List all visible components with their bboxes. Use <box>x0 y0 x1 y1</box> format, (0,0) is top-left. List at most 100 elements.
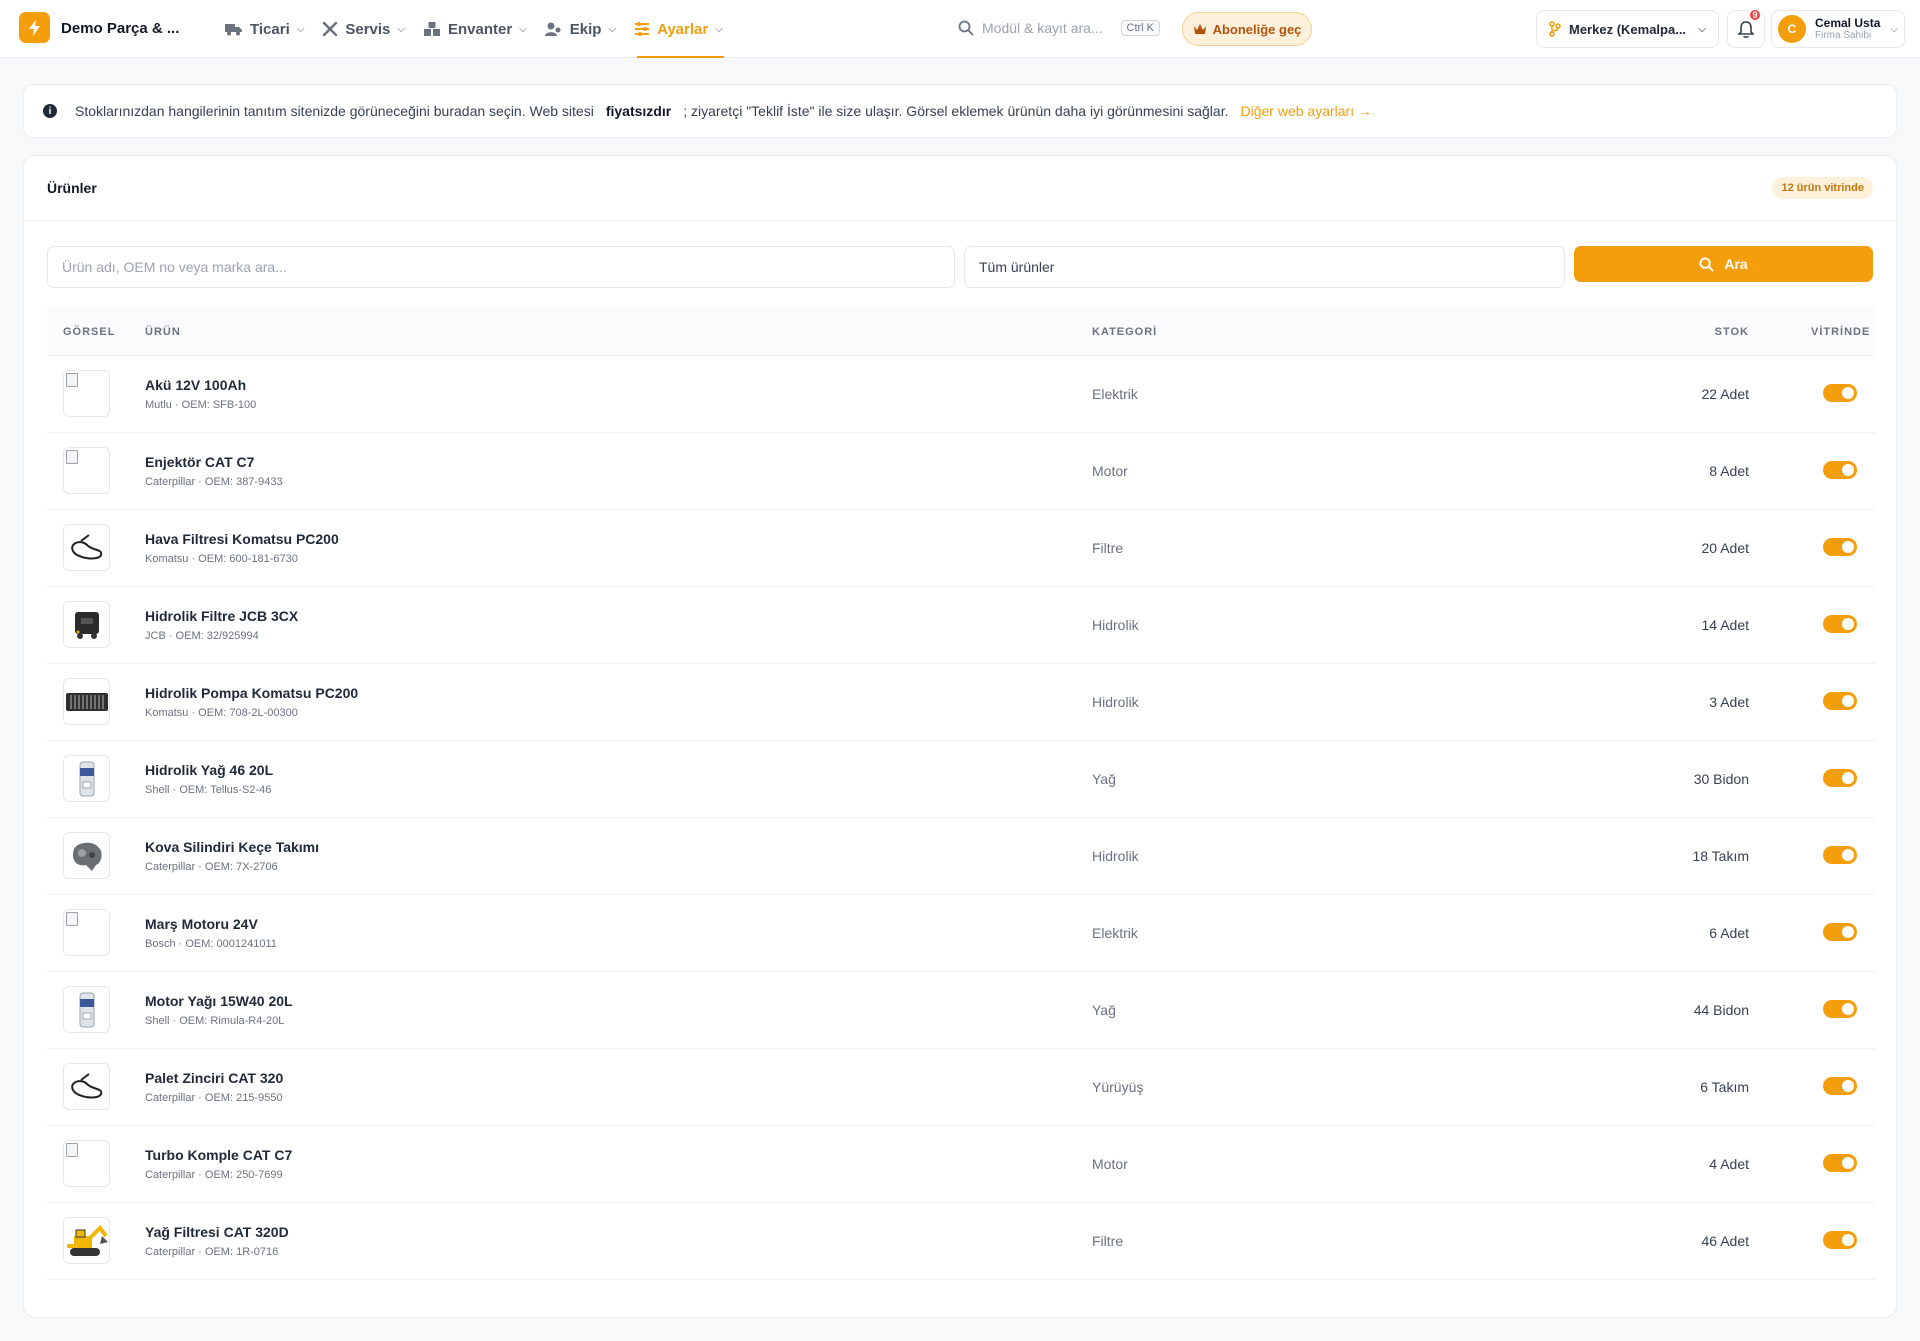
product-thumbnail[interactable] <box>63 601 110 648</box>
product-thumbnail[interactable] <box>63 1140 110 1187</box>
users-icon <box>544 22 561 36</box>
chevron-down-icon: ⌵ <box>1890 23 1898 35</box>
chevron-down-icon: ⌵ <box>296 23 305 35</box>
showcase-toggle[interactable] <box>1823 615 1857 633</box>
hydraulic-kit-image <box>74 611 99 639</box>
showcase-toggle[interactable] <box>1823 538 1857 556</box>
info-icon: i <box>43 104 57 118</box>
global-search[interactable]: Modül & kayıt ara... Ctrl K <box>950 12 1168 44</box>
oil-canister-image <box>79 992 94 1027</box>
showcase-toggle[interactable] <box>1823 1231 1857 1249</box>
product-name[interactable]: Yağ Filtresi CAT 320D <box>145 1224 289 1240</box>
product-filter-select[interactable]: Tüm ürünler <box>964 246 1565 288</box>
showcase-toggle[interactable] <box>1823 769 1857 787</box>
table-row: Hidrolik Pompa Komatsu PC200 Komatsu · OE… <box>47 664 1875 741</box>
product-name[interactable]: Hidrolik Pompa Komatsu PC200 <box>145 685 358 701</box>
pump-kit-image <box>65 692 108 711</box>
notification-count-badge: 9 <box>1748 8 1762 22</box>
notifications-button[interactable]: 9 <box>1727 8 1765 48</box>
table-header: GÖRSEL ÜRÜN KATEGORİ STOK VİTRİNDE <box>47 306 1875 356</box>
product-name[interactable]: Palet Zinciri CAT 320 <box>145 1070 283 1086</box>
showcase-toggle[interactable] <box>1823 461 1857 479</box>
product-thumbnail[interactable] <box>63 986 110 1033</box>
nav-label: Ekip <box>569 20 602 38</box>
product-name[interactable]: Hava Filtresi Komatsu PC200 <box>145 531 339 547</box>
product-thumbnail[interactable] <box>63 1063 110 1110</box>
avatar: C <box>1778 15 1806 43</box>
product-name[interactable]: Marş Motoru 24V <box>145 916 258 932</box>
product-name[interactable]: Motor Yağı 15W40 20L <box>145 993 293 1009</box>
product-name[interactable]: Turbo Komple CAT C7 <box>145 1147 292 1163</box>
showcase-toggle[interactable] <box>1823 846 1857 864</box>
product-thumbnail[interactable] <box>63 832 110 879</box>
product-stock: 44 Bidon <box>1693 1002 1749 1018</box>
product-brand-oem: Caterpillar · OEM: 7X-2706 <box>145 861 278 873</box>
col-showcase: VİTRİNDE <box>1811 326 1871 338</box>
showcase-toggle[interactable] <box>1823 923 1857 941</box>
product-name[interactable]: Kova Silindiri Keçe Takımı <box>145 839 319 855</box>
product-thumbnail[interactable] <box>63 1217 110 1264</box>
col-image: GÖRSEL <box>63 326 116 338</box>
product-thumbnail[interactable] <box>63 524 110 571</box>
showcase-toggle[interactable] <box>1823 1077 1857 1095</box>
product-brand-oem: Caterpillar · OEM: 250-7699 <box>145 1169 283 1181</box>
product-thumbnail[interactable] <box>63 909 110 956</box>
table-row: Hava Filtresi Komatsu PC200 Komatsu · OEM… <box>47 510 1875 587</box>
product-stock: 14 Adet <box>1701 617 1750 633</box>
oil-canister-image <box>79 761 94 796</box>
card-title: Ürünler <box>47 180 97 196</box>
showcase-toggle[interactable] <box>1823 384 1857 402</box>
chevron-down-icon: ⌵ <box>608 23 617 35</box>
table-row: Marş Motoru 24V Bosch · OEM: 0001241011 El… <box>47 895 1875 972</box>
excavator-image <box>66 1224 108 1256</box>
web-settings-link[interactable]: Diğer web ayarları → <box>1240 103 1372 119</box>
product-brand-oem: Shell · OEM: Tellus-S2-46 <box>145 784 272 796</box>
crown-icon <box>1193 24 1206 34</box>
product-category: Yürüyüş <box>1092 1079 1144 1095</box>
nav-ayarlar[interactable]: Ayarlar ⌵ <box>625 0 732 58</box>
col-stock: STOK <box>1714 326 1749 338</box>
info-banner: i Stoklarınızdan hangilerinin tanıtım si… <box>23 84 1897 138</box>
product-brand-oem: Bosch · OEM: 0001241011 <box>145 938 277 950</box>
product-search-placeholder: Ürün adı, OEM no veya marka ara... <box>62 259 287 275</box>
product-name[interactable]: Hidrolik Filtre JCB 3CX <box>145 608 298 624</box>
product-thumbnail[interactable] <box>63 447 110 494</box>
product-name[interactable]: Enjektör CAT C7 <box>145 454 254 470</box>
product-name[interactable]: Hidrolik Yağ 46 20L <box>145 762 273 778</box>
company-name[interactable]: Demo Parça & ... <box>61 20 179 37</box>
truck-icon <box>225 24 242 36</box>
tools-icon <box>323 21 338 37</box>
broken-image-icon <box>66 912 78 926</box>
products-card: Ürünler 12 ürün vitrinde Ürün adı, OEM n… <box>23 155 1897 1318</box>
user-info: Cemal Usta Firma Sahibi <box>1815 16 1880 41</box>
product-name[interactable]: Akü 12V 100Ah <box>145 377 246 393</box>
main-nav: Ticari ⌵ Servis ⌵ Envanter ⌵ Ekip ⌵ Ayar… <box>216 0 732 58</box>
showcase-toggle[interactable] <box>1823 1154 1857 1172</box>
product-category: Motor <box>1092 1156 1128 1172</box>
search-icon <box>958 20 974 36</box>
branch-selector[interactable]: Merkez (Kemalpa... ⌵ <box>1536 10 1719 48</box>
product-thumbnail[interactable] <box>63 755 110 802</box>
chevron-down-icon: ⌵ <box>519 23 527 35</box>
product-brand-oem: Caterpillar · OEM: 387-9433 <box>145 476 283 488</box>
user-menu[interactable]: C Cemal Usta Firma Sahibi ⌵ <box>1771 10 1905 48</box>
product-thumbnail[interactable] <box>63 678 110 725</box>
nav-ekip[interactable]: Ekip ⌵ <box>536 0 625 58</box>
filter-bar: Ürün adı, OEM no veya marka ara... Tüm ü… <box>47 246 1873 288</box>
product-category: Hidrolik <box>1092 848 1139 864</box>
search-button[interactable]: Ara <box>1574 246 1873 282</box>
nav-envanter[interactable]: Envanter ⌵ <box>414 0 536 58</box>
upgrade-button[interactable]: Aboneliğe geç <box>1182 12 1312 46</box>
bolt-logo-icon[interactable] <box>19 12 50 43</box>
showcase-toggle[interactable] <box>1823 692 1857 710</box>
nav-ticari[interactable]: Ticari ⌵ <box>216 0 313 58</box>
nav-label: Envanter <box>447 20 513 38</box>
product-thumbnail[interactable] <box>63 370 110 417</box>
showcase-toggle[interactable] <box>1823 1000 1857 1018</box>
bell-icon <box>1738 20 1754 38</box>
product-search-input[interactable]: Ürün adı, OEM no veya marka ara... <box>47 246 955 288</box>
nav-label: Ticari <box>250 20 290 38</box>
nav-servis[interactable]: Servis ⌵ <box>313 0 414 58</box>
broken-image-icon <box>66 373 78 387</box>
product-stock: 18 Takım <box>1692 848 1749 864</box>
